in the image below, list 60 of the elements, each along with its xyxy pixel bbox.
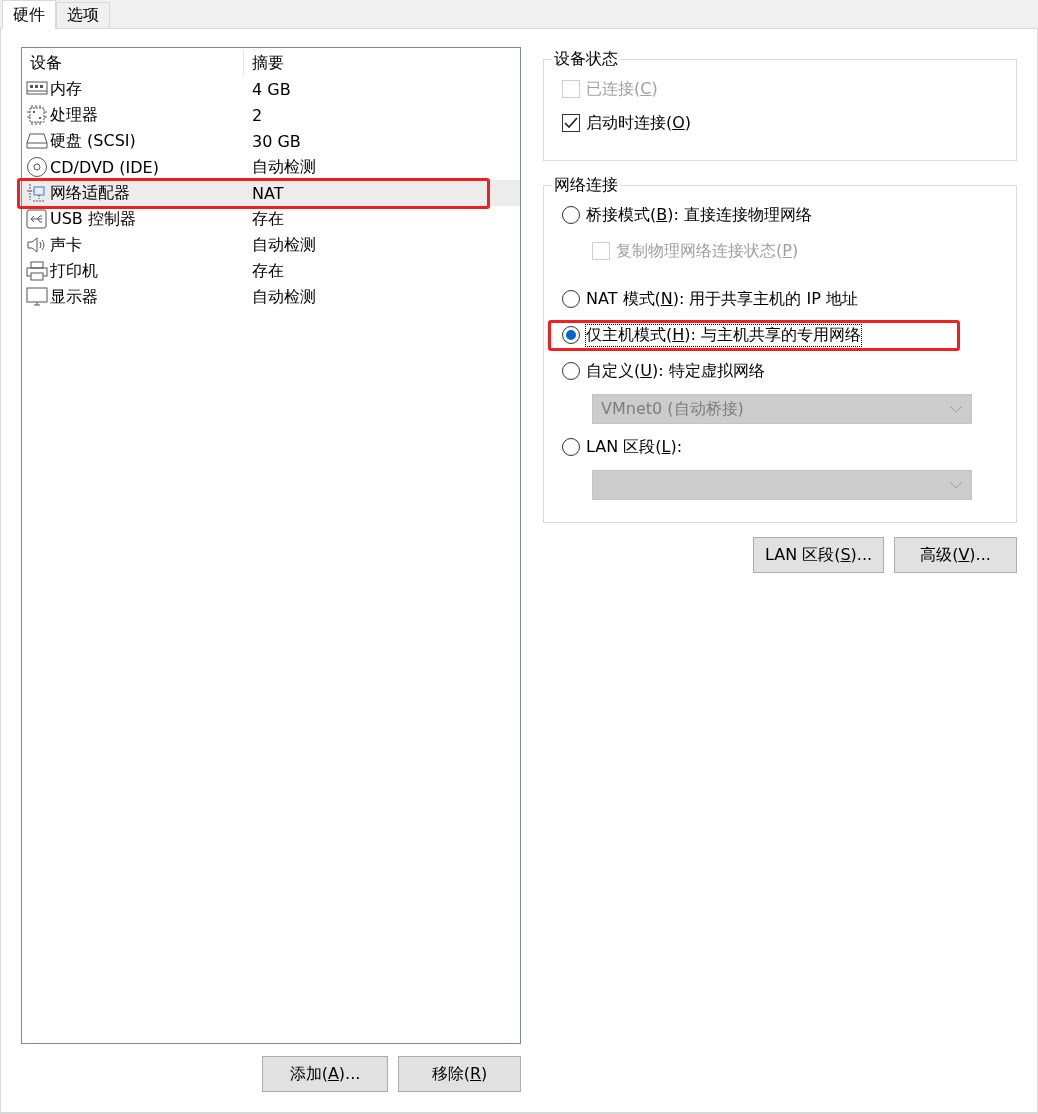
- device-summary: NAT: [251, 183, 285, 203]
- device-summary: 30 GB: [251, 131, 302, 151]
- device-summary: 存在: [251, 208, 285, 230]
- network-icon: [26, 182, 48, 204]
- device-row[interactable]: 内存 4 GB: [22, 76, 520, 102]
- device-summary: 4 GB: [251, 79, 292, 99]
- device-name: 硬盘 (SCSI): [50, 130, 136, 152]
- device-name: CD/DVD (IDE): [50, 157, 159, 177]
- device-summary: 自动检测: [251, 156, 317, 178]
- device-name: 声卡: [50, 234, 82, 256]
- caret-icon: [949, 481, 963, 489]
- device-name: 打印机: [50, 260, 98, 282]
- tab[interactable]: 硬件: [2, 0, 56, 29]
- cpu-icon: [26, 104, 48, 126]
- network-button[interactable]: LAN 区段(S)...: [753, 537, 884, 573]
- group-title: 设备状态: [553, 49, 619, 70]
- device-name: 内存: [50, 78, 82, 100]
- group-title: 网络连接: [553, 175, 619, 196]
- device-name: USB 控制器: [50, 208, 136, 230]
- printer-icon: [26, 260, 48, 282]
- radio-button[interactable]: [562, 326, 580, 344]
- column-header[interactable]: 设备: [22, 50, 244, 76]
- device-summary: 自动检测: [251, 234, 317, 256]
- device-summary: 存在: [251, 260, 285, 282]
- checkbox-label: 启动时连接(O): [586, 112, 692, 134]
- caret-icon: [949, 405, 963, 413]
- sound-icon: [26, 234, 48, 256]
- radio-label: 桥接模式(B): 直接连接物理网络: [586, 204, 812, 226]
- device-name: 显示器: [50, 286, 98, 308]
- radio-button[interactable]: [562, 438, 580, 456]
- device-row[interactable]: 显示器 自动检测: [22, 284, 520, 310]
- checkbox-label: 已连接(C): [586, 78, 658, 100]
- radio-label: LAN 区段(L):: [586, 436, 683, 458]
- list-button[interactable]: 添加(A)...: [262, 1056, 388, 1092]
- checkbox[interactable]: [562, 114, 580, 132]
- radio-label: 仅主机模式(H): 与主机共享的专用网络: [586, 324, 861, 346]
- device-row[interactable]: 处理器 2: [22, 102, 520, 128]
- radio-button[interactable]: [562, 290, 580, 308]
- column-header[interactable]: 摘要: [244, 52, 520, 74]
- network-button[interactable]: 高级(V)...: [894, 537, 1017, 573]
- radio-button[interactable]: [562, 362, 580, 380]
- device-summary: 2: [251, 105, 264, 125]
- radio-label: 自定义(U): 特定虚拟网络: [586, 360, 765, 382]
- usb-icon: [26, 208, 48, 230]
- device-name: 网络适配器: [50, 182, 130, 204]
- device-summary: 自动检测: [251, 286, 317, 308]
- device-row[interactable]: USB 控制器 存在: [22, 206, 520, 232]
- radio-label: NAT 模式(N): 用于共享主机的 IP 地址: [586, 288, 858, 310]
- checkbox-label: 复制物理网络连接状态(P): [616, 240, 799, 262]
- tab[interactable]: 选项: [56, 2, 110, 28]
- cd-icon: [26, 156, 48, 178]
- radio-button[interactable]: [562, 206, 580, 224]
- list-button[interactable]: 移除(R): [398, 1056, 521, 1092]
- display-icon: [26, 286, 48, 308]
- device-name: 处理器: [50, 104, 98, 126]
- device-row[interactable]: 硬盘 (SCSI) 30 GB: [22, 128, 520, 154]
- device-row[interactable]: CD/DVD (IDE) 自动检测: [22, 154, 520, 180]
- device-row[interactable]: 声卡 自动检测: [22, 232, 520, 258]
- device-row[interactable]: 打印机 存在: [22, 258, 520, 284]
- checkmark-icon: [564, 117, 578, 129]
